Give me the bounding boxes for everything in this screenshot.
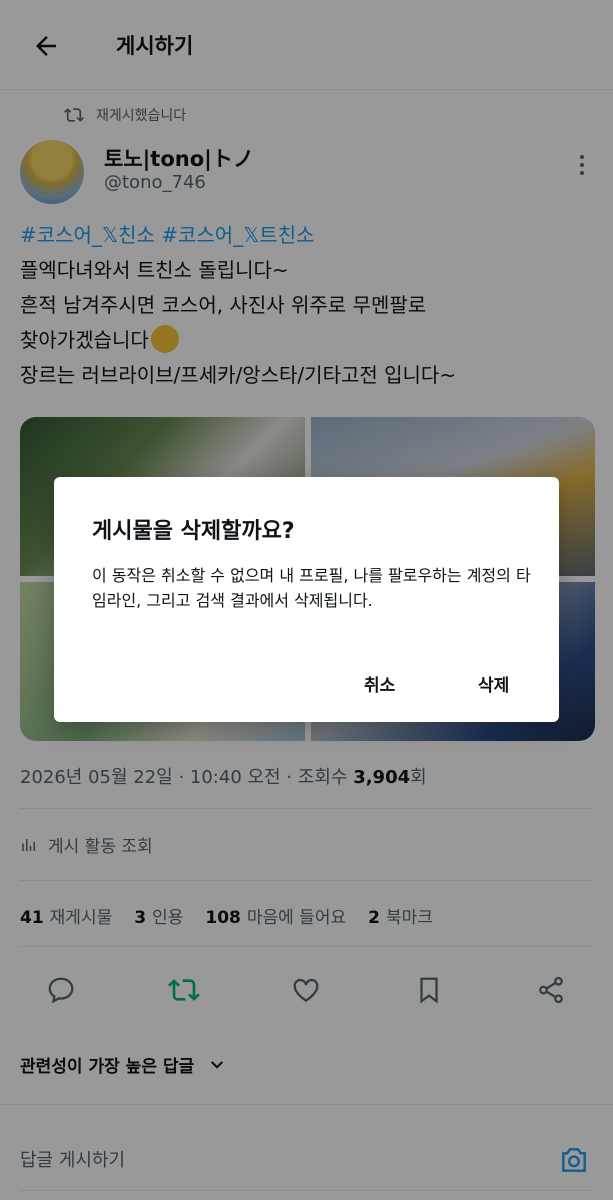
delete-button[interactable]: 삭제 <box>470 667 517 700</box>
cancel-button[interactable]: 취소 <box>356 667 403 700</box>
delete-confirm-dialog: 게시물을 삭제할까요? 이 동작은 취소할 수 없으며 내 프로필, 나를 팔로… <box>54 477 559 722</box>
dialog-title: 게시물을 삭제할까요? <box>92 519 295 544</box>
dialog-body: 이 동작은 취소할 수 없으며 내 프로필, 나를 팔로우하는 계정의 타임라인… <box>92 566 531 610</box>
